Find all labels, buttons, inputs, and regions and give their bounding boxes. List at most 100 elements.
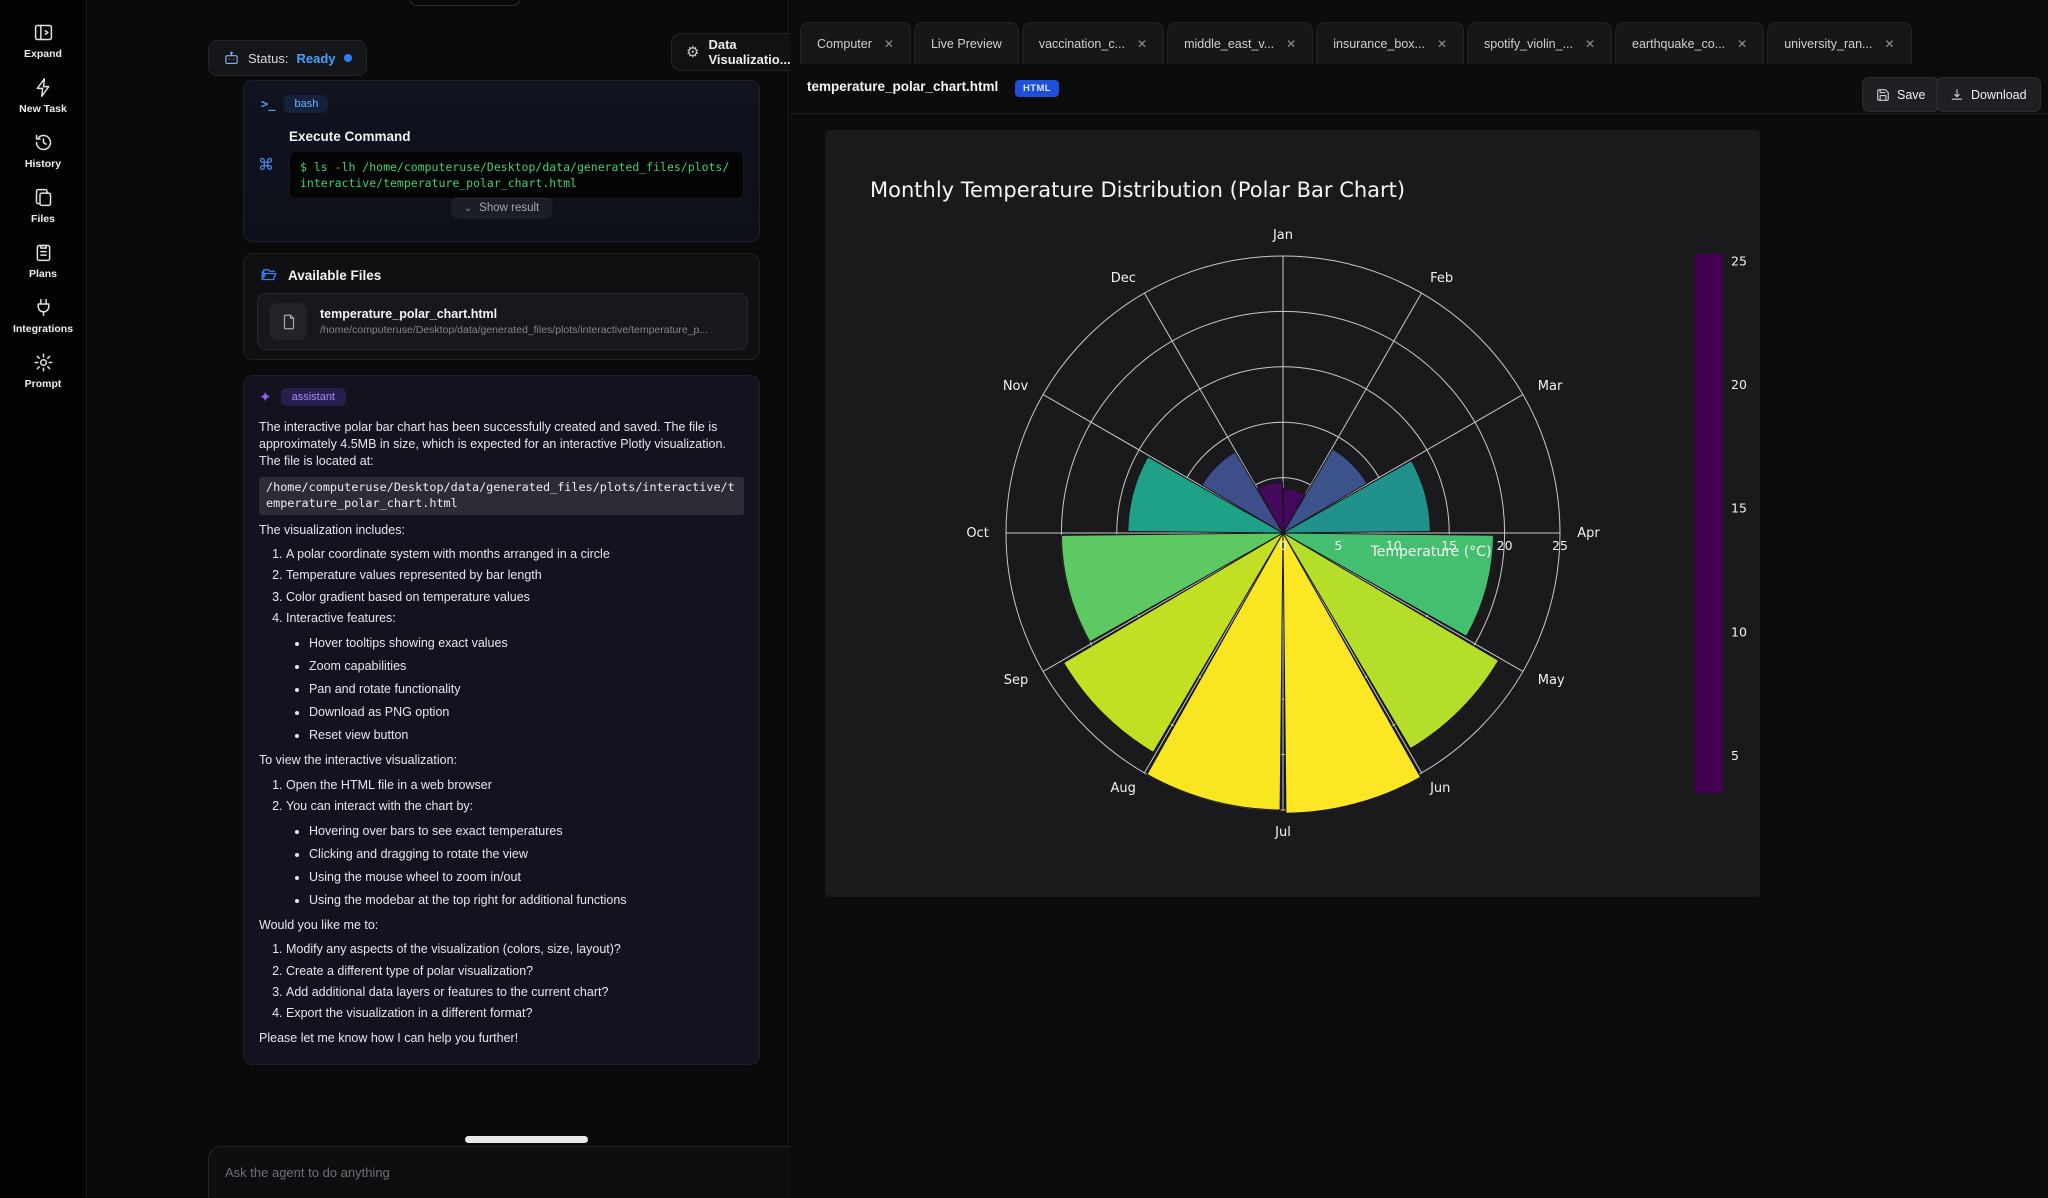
tab-university-ran[interactable]: university_ran...✕ [1767, 22, 1911, 64]
message-paragraph: Would you like me to: [259, 917, 744, 934]
chat-input[interactable]: Ask the agent to do anything [208, 1146, 872, 1198]
clipped-previous-card [409, 0, 521, 6]
gear-icon: ⚙ [686, 45, 699, 60]
available-files-card: Available Files temperature_polar_chart.… [243, 253, 760, 360]
message-ordered-list: Modify any aspects of the visualization … [259, 941, 744, 1022]
tab-vaccination-c[interactable]: vaccination_c... ✕ [1022, 22, 1164, 64]
assistant-message-body: The interactive polar bar chart has been… [259, 419, 744, 1047]
svg-text:Jun: Jun [1429, 781, 1450, 796]
sidebar-item-new-task[interactable]: New Task [3, 77, 83, 115]
sidebar-item-plans[interactable]: Plans [3, 242, 83, 280]
close-icon[interactable]: ✕ [1585, 37, 1595, 51]
close-icon[interactable]: ✕ [1884, 37, 1894, 51]
sidebar-item-expand[interactable]: Expand [3, 22, 83, 60]
gear-icon [33, 352, 54, 373]
sidebar-item-files[interactable]: Files [3, 187, 83, 225]
svg-text:25: 25 [1552, 538, 1568, 553]
download-label: Download [1971, 88, 2027, 102]
svg-text:May: May [1538, 673, 1565, 688]
tab-label: vaccination_c... [1039, 37, 1125, 51]
command-key-icon: ⌘ [258, 155, 274, 175]
resize-drag-handle[interactable] [465, 1136, 588, 1143]
tab-label: middle_east_v... [1184, 37, 1274, 51]
svg-text:Dec: Dec [1111, 271, 1136, 286]
command-line: $ ls -lh /home/computeruse/Desktop/data/… [300, 159, 733, 175]
app-root: Expand New Task History Files Plans Integrati… [0, 0, 2048, 1198]
save-icon [1876, 88, 1890, 102]
command-line: interactive/temperature_polar_chart.html [300, 175, 733, 191]
polar-bars[interactable] [1061, 449, 1498, 813]
plotly-chart-card[interactable]: Monthly Temperature Distribution (Polar … [825, 130, 1760, 897]
close-icon[interactable]: ✕ [1137, 37, 1147, 51]
sparkle-icon: ✦ [259, 388, 272, 406]
status-label: Status: [248, 51, 288, 66]
chat-panel: Status: Ready ⚙ Data Visualizatio... ⌄ >… [88, 0, 789, 1198]
show-result-label: Show result [479, 202, 539, 214]
colorbar: 510152025 [1695, 253, 1747, 793]
message-paragraph: Please let me know how I can help you fu… [259, 1030, 744, 1047]
tab-computer[interactable]: Computer✕ [800, 22, 911, 64]
sidebar-item-history[interactable]: History [3, 132, 83, 170]
assistant-message-card: ✦ assistant The interactive polar bar ch… [243, 375, 760, 1065]
svg-text:10: 10 [1731, 624, 1747, 639]
file-name: temperature_polar_chart.html [320, 307, 708, 321]
message-paragraph: The interactive polar bar chart has been… [259, 419, 744, 470]
message-list-item: A polar coordinate system with months ar… [286, 546, 744, 563]
message-list-item: Modify any aspects of the visualization … [286, 941, 744, 958]
tab-live-preview[interactable]: Live Preview [914, 22, 1019, 64]
zap-icon [33, 77, 54, 98]
sidebar-item-prompt[interactable]: Prompt [3, 352, 83, 390]
svg-text:5: 5 [1334, 538, 1342, 553]
sidebar-item-label: Files [31, 213, 55, 225]
sidebar-item-integrations[interactable]: Integrations [3, 297, 83, 335]
message-list-item: You can interact with the chart by: [286, 798, 744, 815]
svg-text:0: 0 [1279, 538, 1287, 553]
svg-text:Oct: Oct [966, 526, 988, 541]
chat-input-placeholder: Ask the agent to do anything [225, 1165, 855, 1180]
message-list-item: Hover tooltips showing exact values [309, 635, 744, 652]
svg-text:25: 25 [1731, 253, 1747, 268]
file-header-bar: temperature_polar_chart.html HTML Save D… [790, 64, 2048, 114]
file-row[interactable]: temperature_polar_chart.html /home/compu… [257, 293, 748, 350]
message-code-path: /home/computeruse/Desktop/data/generated… [259, 477, 744, 515]
tab-earthquake-co[interactable]: earthquake_co...✕ [1615, 22, 1764, 64]
tab-label: Live Preview [931, 37, 1002, 51]
svg-text:Jul: Jul [1274, 825, 1291, 840]
tab-middle-east-v[interactable]: middle_east_v... ✕ [1167, 22, 1313, 64]
status-value: Ready [296, 51, 335, 66]
close-icon[interactable]: ✕ [1437, 37, 1447, 51]
message-ordered-list: Open the HTML file in a web browserYou c… [259, 777, 744, 815]
tab-bar: Computer✕Live Previewvaccination_c...✕mi… [800, 22, 2048, 64]
svg-text:Mar: Mar [1538, 379, 1563, 394]
sidebar-item-label: Integrations [13, 323, 73, 335]
close-icon[interactable]: ✕ [884, 37, 894, 51]
message-list-item: Color gradient based on temperature valu… [286, 589, 744, 606]
icon-rail: Expand New Task History Files Plans Integrati… [0, 0, 87, 1198]
html-badge: HTML [1015, 80, 1059, 97]
close-icon[interactable]: ✕ [1286, 37, 1296, 51]
svg-text:Aug: Aug [1111, 781, 1136, 796]
sidebar-item-label: History [25, 158, 61, 170]
tab-insurance-box[interactable]: insurance_box... ✕ [1316, 22, 1464, 64]
terminal-icon: >_ [261, 97, 275, 111]
message-list-item: Add additional data layers or features t… [286, 984, 744, 1001]
polar-bar-chart[interactable]: 0510152025Temperature (°C)JanFebMarAprMa… [825, 130, 1760, 897]
clipboard-icon [33, 242, 54, 263]
command-block[interactable]: $ ls -lh /home/computeruse/Desktop/data/… [289, 151, 744, 199]
show-result-button[interactable]: ⌄ Show result [451, 197, 552, 219]
message-list-item: Clicking and dragging to rotate the view [309, 846, 744, 863]
file-icon [280, 313, 298, 331]
tab-spotify-violin[interactable]: spotify_violin_...✕ [1467, 22, 1612, 64]
file-path: /home/computeruse/Desktop/data/generated… [320, 324, 708, 336]
message-list-item: Interactive features: [286, 610, 744, 627]
download-button[interactable]: Download [1936, 77, 2041, 112]
computer-status-icon [223, 50, 240, 67]
viewer-file-name: temperature_polar_chart.html [807, 79, 998, 94]
save-button[interactable]: Save [1862, 77, 1940, 112]
message-list-item: Hovering over bars to see exact temperat… [309, 823, 744, 840]
tab-label: insurance_box... [1333, 37, 1425, 51]
close-icon[interactable]: ✕ [1737, 37, 1747, 51]
svg-text:Temperature (°C): Temperature (°C) [1370, 544, 1492, 560]
status-pill: Status: Ready [208, 40, 367, 76]
message-bullet-list: Hover tooltips showing exact valuesZoom … [259, 635, 744, 745]
